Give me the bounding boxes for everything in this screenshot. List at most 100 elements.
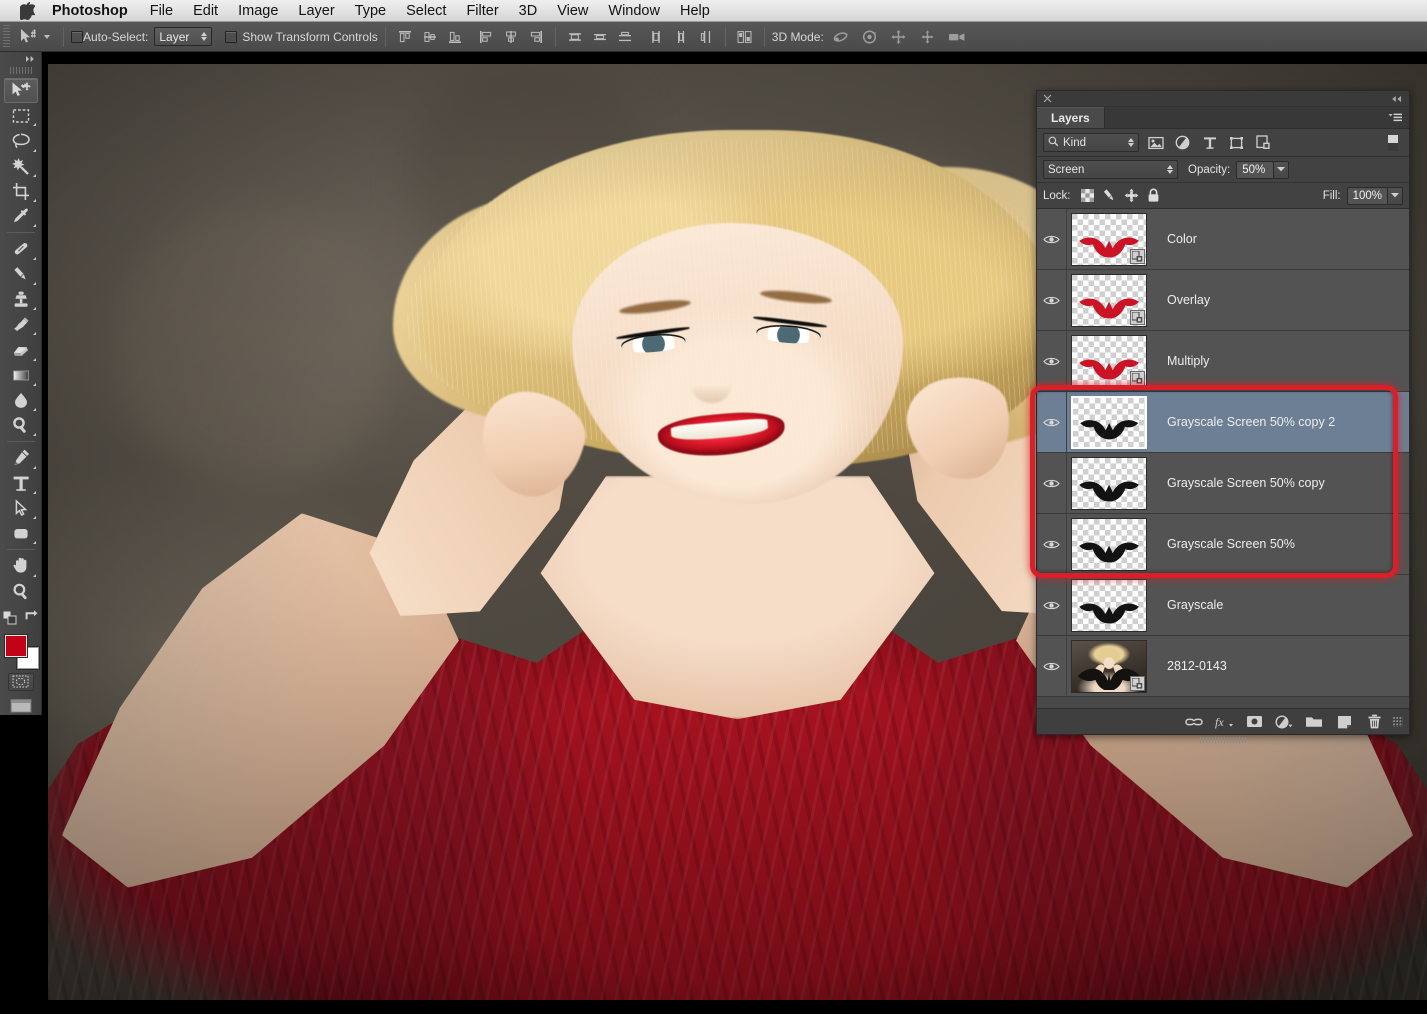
menu-3d[interactable]: 3D [509,0,548,22]
new-adjustment-layer-icon[interactable] [1271,711,1297,733]
tool-magic-wand[interactable] [4,154,38,179]
screen-mode-button[interactable] [7,696,35,715]
opacity-dropdown-arrow[interactable] [1274,160,1290,179]
panel-title-bar[interactable] [1037,91,1409,107]
tools-panel-grip[interactable] [9,67,32,74]
rotate-3d-object-icon[interactable] [828,25,854,49]
tool-horizontal-type[interactable] [4,471,38,496]
color-swatches[interactable] [3,633,39,669]
show-transform-controls-checkbox[interactable] [225,30,238,43]
distribute-bottom-edges-icon[interactable] [613,25,637,49]
tools-collapse-button[interactable] [0,52,42,65]
layer-name[interactable]: 2812-0143 [1155,659,1409,673]
layer-visibility-toggle[interactable] [1037,514,1067,574]
table-row[interactable]: Multiply [1037,331,1409,392]
table-row[interactable]: Grayscale Screen 50% [1037,514,1409,575]
tool-dodge[interactable] [4,413,38,438]
layer-thumbnail[interactable] [1071,395,1147,449]
filter-toggle-switch-icon[interactable] [1382,133,1403,153]
layer-thumbnail-cell[interactable] [1067,639,1155,693]
foreground-color-swatch[interactable] [4,634,27,657]
menu-filter[interactable]: Filter [456,0,508,22]
fill-dropdown-arrow[interactable] [1388,186,1403,205]
align-top-edges-icon[interactable] [393,25,417,49]
layer-thumbnail-cell[interactable] [1067,212,1155,266]
layer-thumbnail[interactable] [1071,273,1147,327]
blend-mode-dropdown[interactable]: Screen [1043,160,1178,179]
resize-grip-icon[interactable] [1393,716,1403,727]
tool-hand[interactable] [4,553,38,578]
close-x-icon[interactable] [1043,92,1052,106]
align-right-edges-icon[interactable] [524,25,548,49]
tool-spot-healing-brush[interactable] [4,236,38,261]
delete-layer-icon[interactable] [1361,711,1387,733]
tool-history-brush[interactable] [4,312,38,337]
distribute-right-edges-icon[interactable] [694,25,718,49]
layer-thumbnail[interactable] [1071,456,1147,510]
layer-name[interactable]: Color [1155,232,1409,246]
layer-name[interactable]: Overlay [1155,293,1409,307]
menu-image[interactable]: Image [228,0,288,22]
double-chevron-left-icon[interactable] [1390,92,1403,106]
layer-thumbnail-cell[interactable] [1067,517,1155,571]
swap-colors-icon[interactable] [25,610,39,629]
layer-list[interactable]: Color Overlay Multiply Grayscale Screen … [1037,209,1409,708]
menu-photoshop[interactable]: Photoshop [40,0,140,22]
tool-lasso[interactable] [4,128,38,153]
layer-visibility-toggle[interactable] [1037,636,1067,696]
menu-select[interactable]: Select [396,0,456,22]
auto-align-layers-icon[interactable] [733,25,757,49]
table-row[interactable]: Color [1037,209,1409,270]
drag-3d-object-icon[interactable] [886,25,912,49]
layer-visibility-toggle[interactable] [1037,209,1067,269]
align-left-edges-icon[interactable] [474,25,498,49]
layer-thumbnail-cell[interactable] [1067,395,1155,449]
layer-visibility-toggle[interactable] [1037,392,1067,452]
panel-menu-icon[interactable] [1387,107,1409,128]
table-row[interactable]: Grayscale Screen 50% copy [1037,453,1409,514]
layer-thumbnail[interactable] [1071,578,1147,632]
layer-thumbnail[interactable] [1071,212,1147,266]
distribute-top-edges-icon[interactable] [563,25,587,49]
add-layer-mask-icon[interactable] [1241,711,1267,733]
tool-move[interactable] [3,77,38,104]
menu-file[interactable]: File [140,0,183,22]
tool-clone-stamp[interactable] [4,287,38,312]
auto-select-checkbox[interactable] [71,30,83,43]
layer-thumbnail[interactable] [1071,517,1147,571]
tool-eraser[interactable] [4,337,38,362]
tool-brush[interactable] [4,262,38,287]
table-row[interactable]: Grayscale [1037,575,1409,636]
tool-path-selection[interactable] [4,496,38,521]
distribute-left-edges-icon[interactable] [644,25,668,49]
layer-name[interactable]: Grayscale [1155,598,1409,612]
menu-edit[interactable]: Edit [183,0,228,22]
layer-visibility-toggle[interactable] [1037,575,1067,635]
layer-name[interactable]: Grayscale Screen 50% [1155,537,1409,551]
type-layer-filter-icon[interactable] [1199,133,1220,153]
new-group-icon[interactable] [1301,711,1327,733]
tool-blur[interactable] [4,388,38,413]
opacity-input[interactable]: 50% [1236,160,1275,179]
distribute-vertical-centers-icon[interactable] [588,25,612,49]
auto-select-scope-dropdown[interactable]: Layer [154,27,213,46]
lock-image-pixels-icon[interactable] [1099,186,1121,206]
layer-visibility-toggle[interactable] [1037,270,1067,330]
tool-pen[interactable] [4,445,38,470]
layer-thumbnail[interactable] [1071,639,1147,693]
layer-thumbnail-cell[interactable] [1067,578,1155,632]
link-layers-icon[interactable] [1181,711,1207,733]
add-layer-style-icon[interactable]: fx [1211,711,1237,733]
layer-visibility-toggle[interactable] [1037,331,1067,391]
smart-object-filter-icon[interactable] [1253,133,1274,153]
shape-layer-filter-icon[interactable] [1226,133,1247,153]
tool-rounded-rectangle[interactable] [4,521,38,546]
table-row[interactable]: 2812-0143 [1037,636,1409,697]
tool-zoom[interactable] [4,579,38,604]
layer-name[interactable]: Grayscale Screen 50% copy [1155,476,1409,490]
menu-window[interactable]: Window [598,0,670,22]
layer-thumbnail-cell[interactable] [1067,334,1155,388]
layer-visibility-toggle[interactable] [1037,453,1067,513]
lock-position-icon[interactable] [1121,186,1143,206]
tool-preset-dropdown-icon[interactable] [44,34,50,39]
